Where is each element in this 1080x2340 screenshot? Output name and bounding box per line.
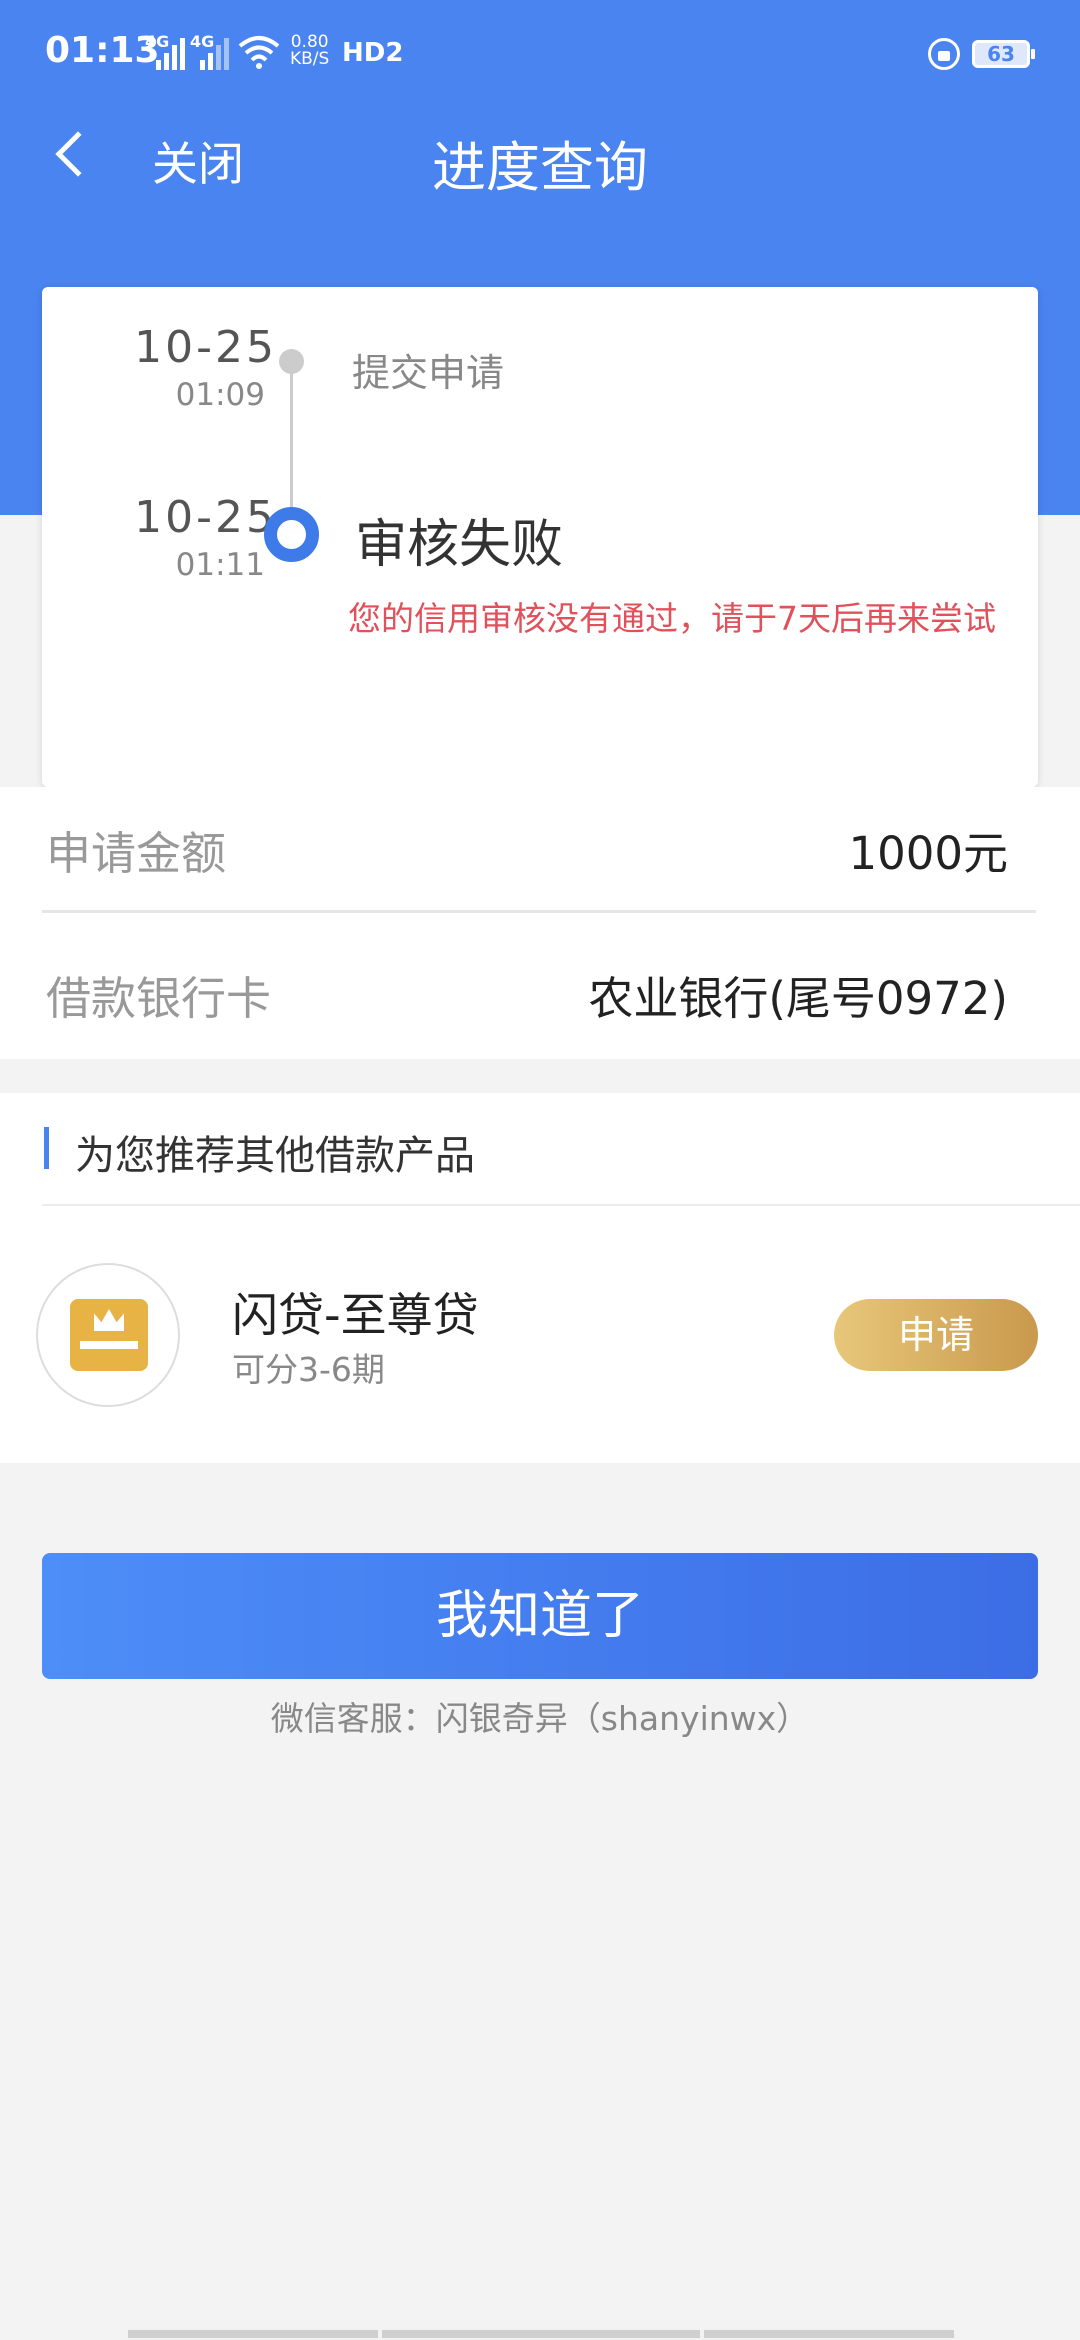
amount-row: 申请金额 1000元 [42, 787, 1038, 907]
network-speed: 0.80 KB/S [290, 34, 329, 68]
network-speed-unit: KB/S [290, 49, 330, 69]
timeline-card: 10-25 01:09 提交申请 10-25 01:11 审核失败 您的信用审核… [42, 287, 1038, 787]
nav-bar-segment-1 [128, 2330, 378, 2338]
nav-bar-segment-2 [382, 2330, 700, 2338]
status-bar: 01:13 4G 4G 0.80 KB/S HD2 63 [0, 0, 1080, 110]
timeline-dot-current [264, 507, 319, 562]
product-logo[interactable] [36, 1263, 180, 1407]
product-installments: 可分3-6期 [232, 1350, 385, 1389]
timeline-step-failed: 审核失败 [355, 515, 564, 575]
recommend-title: 为您推荐其他借款产品 [75, 1133, 475, 1179]
info-divider [42, 910, 1036, 913]
apply-button[interactable]: 申请 [834, 1299, 1038, 1371]
customer-service-text: 微信客服：闪银奇异（shanyinwx） [270, 1699, 810, 1738]
status-time: 01:13 [45, 30, 160, 71]
timeline-date-2: 10-25 [134, 492, 277, 543]
amount-label: 申请金额 [46, 827, 227, 880]
signal-icon-1 [156, 36, 186, 70]
timeline-time-1: 01:09 [175, 377, 265, 413]
battery-indicator: 63 [972, 40, 1035, 68]
bank-card-row: 借款银行卡 农业银行(尾号0972) [42, 932, 1038, 1052]
timeline-step-submitted: 提交申请 [352, 351, 505, 395]
signal-icon-2 [200, 36, 230, 70]
timeline-connector [290, 362, 293, 517]
failure-message: 您的信用审核没有通过，请于7天后再来尝试 [348, 599, 996, 638]
wifi-icon [238, 36, 280, 69]
recommend-section: 为您推荐其他借款产品 闪贷-至尊贷 可分3-6期 申请 [0, 1093, 1080, 1463]
amount-value: 1000元 [848, 827, 1008, 880]
crown-icon [70, 1299, 148, 1371]
bank-card-value: 农业银行(尾号0972) [588, 972, 1008, 1025]
timeline-date-1: 10-25 [134, 322, 277, 373]
product-name[interactable]: 闪贷-至尊贷 [232, 1279, 479, 1345]
hd-icon: HD2 [342, 38, 404, 68]
confirm-button[interactable]: 我知道了 [42, 1553, 1038, 1679]
bank-card-label: 借款银行卡 [46, 972, 272, 1025]
timeline-time-2: 01:11 [175, 547, 265, 583]
nav-bar-segment-3 [704, 2330, 954, 2338]
recommend-divider [42, 1204, 1080, 1206]
rotation-lock-icon [928, 38, 960, 70]
loan-info-section: 申请金额 1000元 借款银行卡 农业银行(尾号0972) [0, 787, 1080, 1059]
page-title: 进度查询 [432, 136, 648, 199]
section-accent-bar [44, 1127, 49, 1169]
timeline-dot-complete [279, 349, 304, 374]
